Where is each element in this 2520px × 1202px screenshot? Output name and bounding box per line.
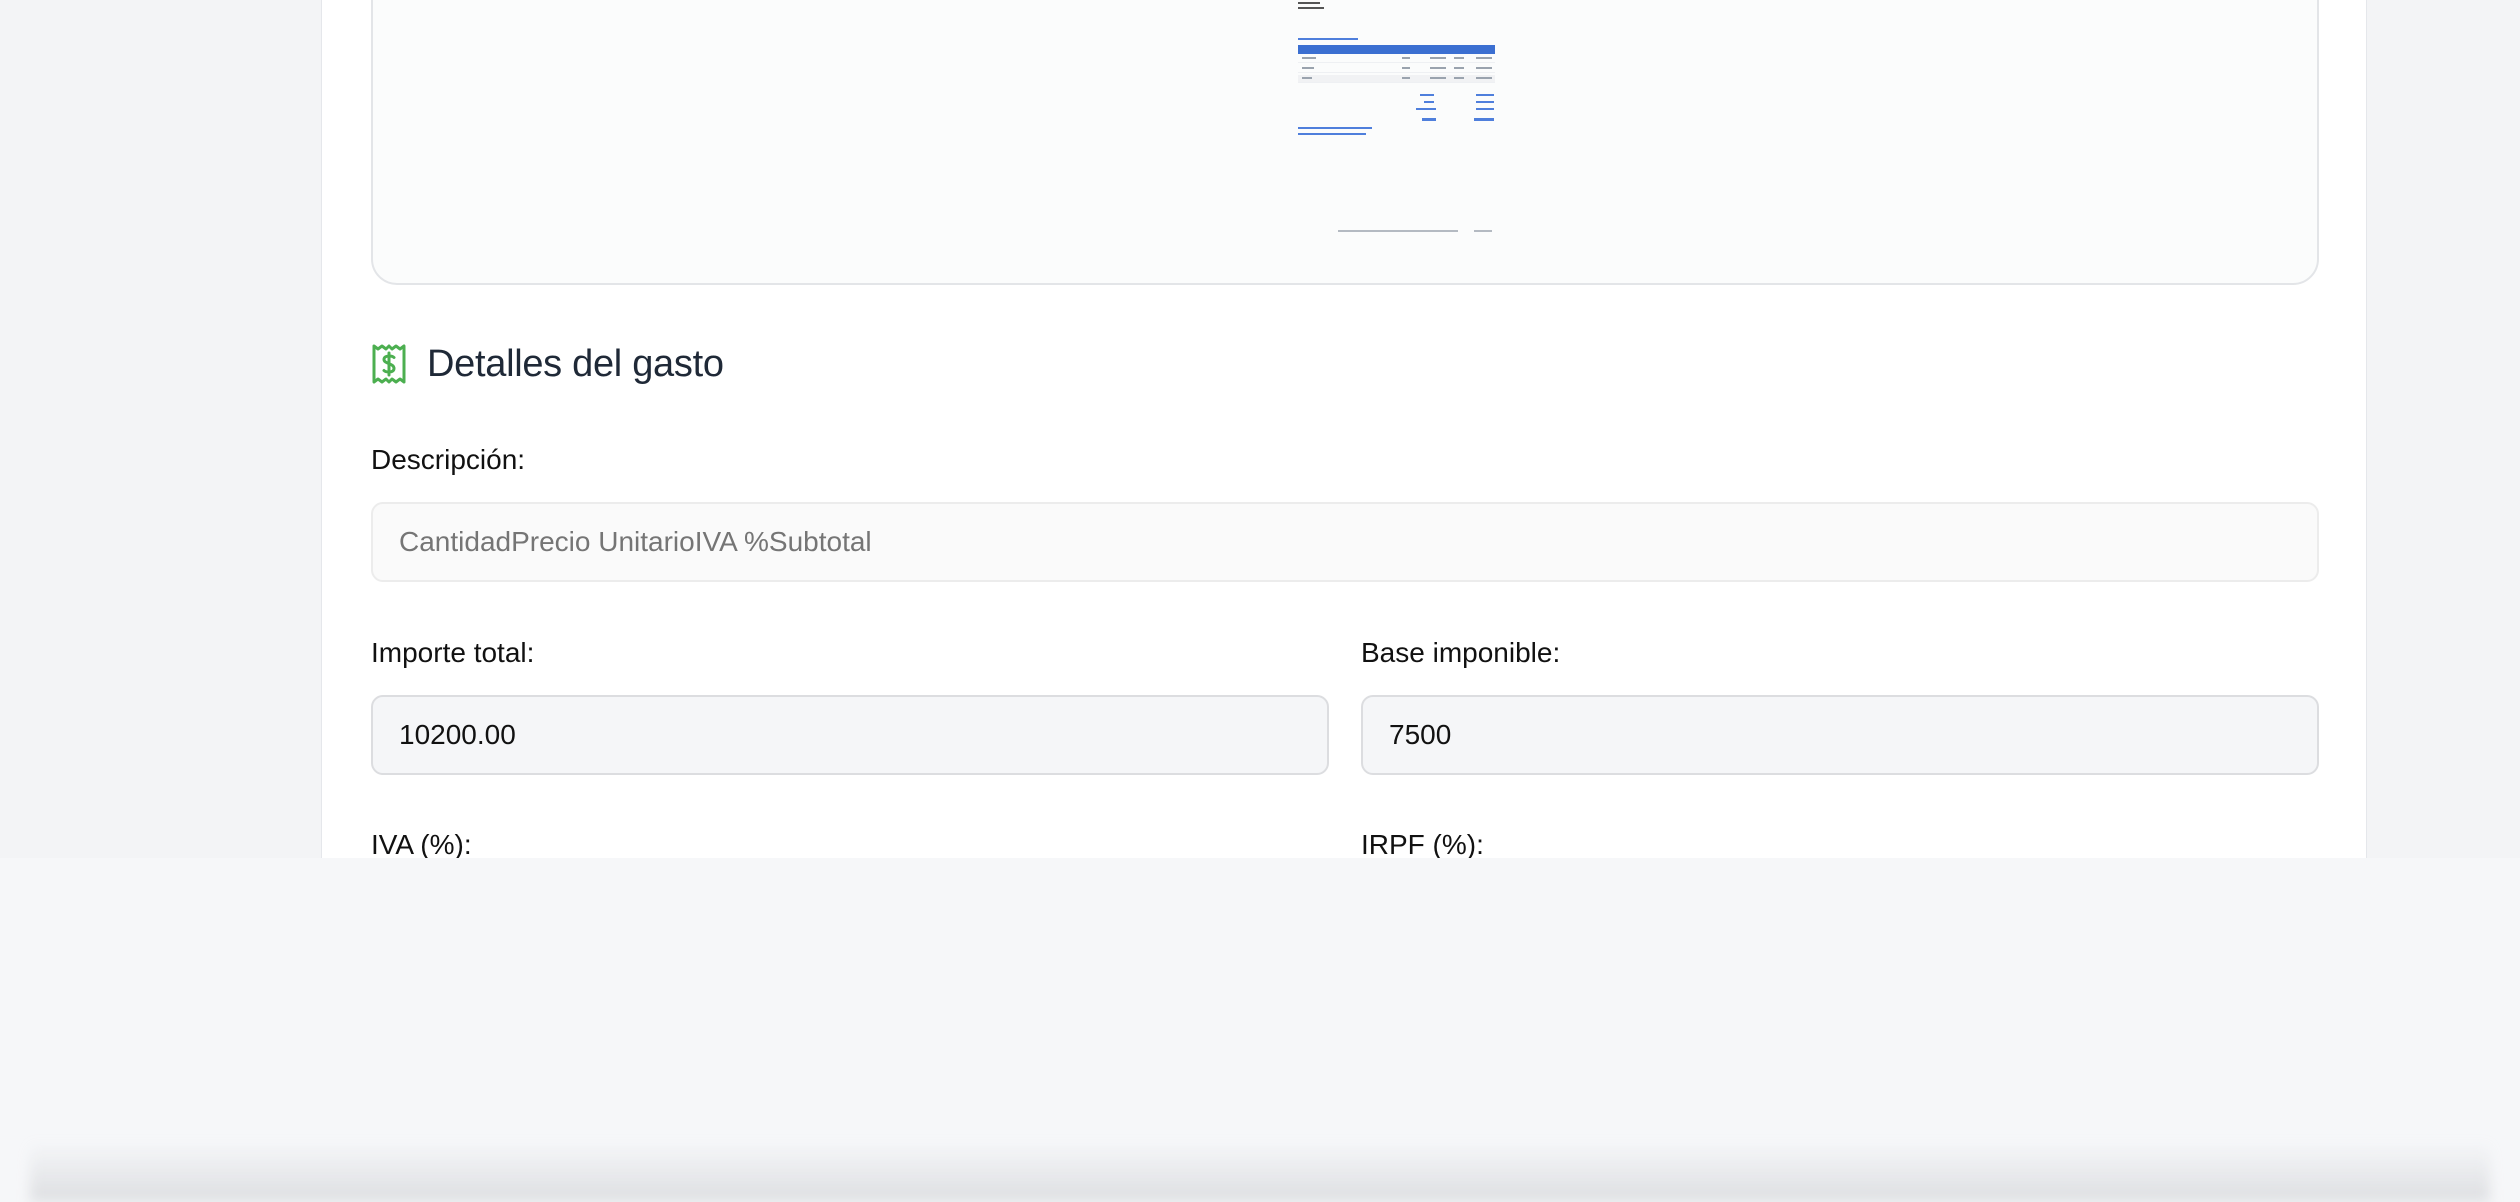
taxable-base-label: Base imponible: — [1361, 637, 1561, 668]
total-amount-field[interactable]: 10200.00 — [371, 695, 1329, 775]
invoice-preview[interactable] — [371, 0, 2319, 285]
description-label: Descripción: — [371, 444, 526, 475]
section-title: Detalles del gasto — [427, 342, 724, 385]
vat-label: IVA (%): — [371, 829, 472, 858]
total-amount-label: Importe total: — [371, 637, 535, 668]
receipt-dollar-icon — [372, 344, 406, 384]
expense-card: Detalles del gasto Descripción: Cantidad… — [321, 0, 2367, 858]
invoice-pdf-thumbnail — [1298, 0, 1498, 262]
taxable-base-field[interactable]: 7500 — [1361, 695, 2319, 775]
page-viewport: Detalles del gasto Descripción: Cantidad… — [0, 0, 2520, 858]
window-shadow — [30, 1142, 2490, 1202]
irpf-label: IRPF (%): — [1361, 829, 1484, 858]
empty-area — [0, 858, 2520, 1202]
description-field[interactable]: CantidadPrecio UnitarioIVA %Subtotal — [371, 502, 2319, 582]
expense-details-heading: Detalles del gasto — [371, 339, 724, 389]
